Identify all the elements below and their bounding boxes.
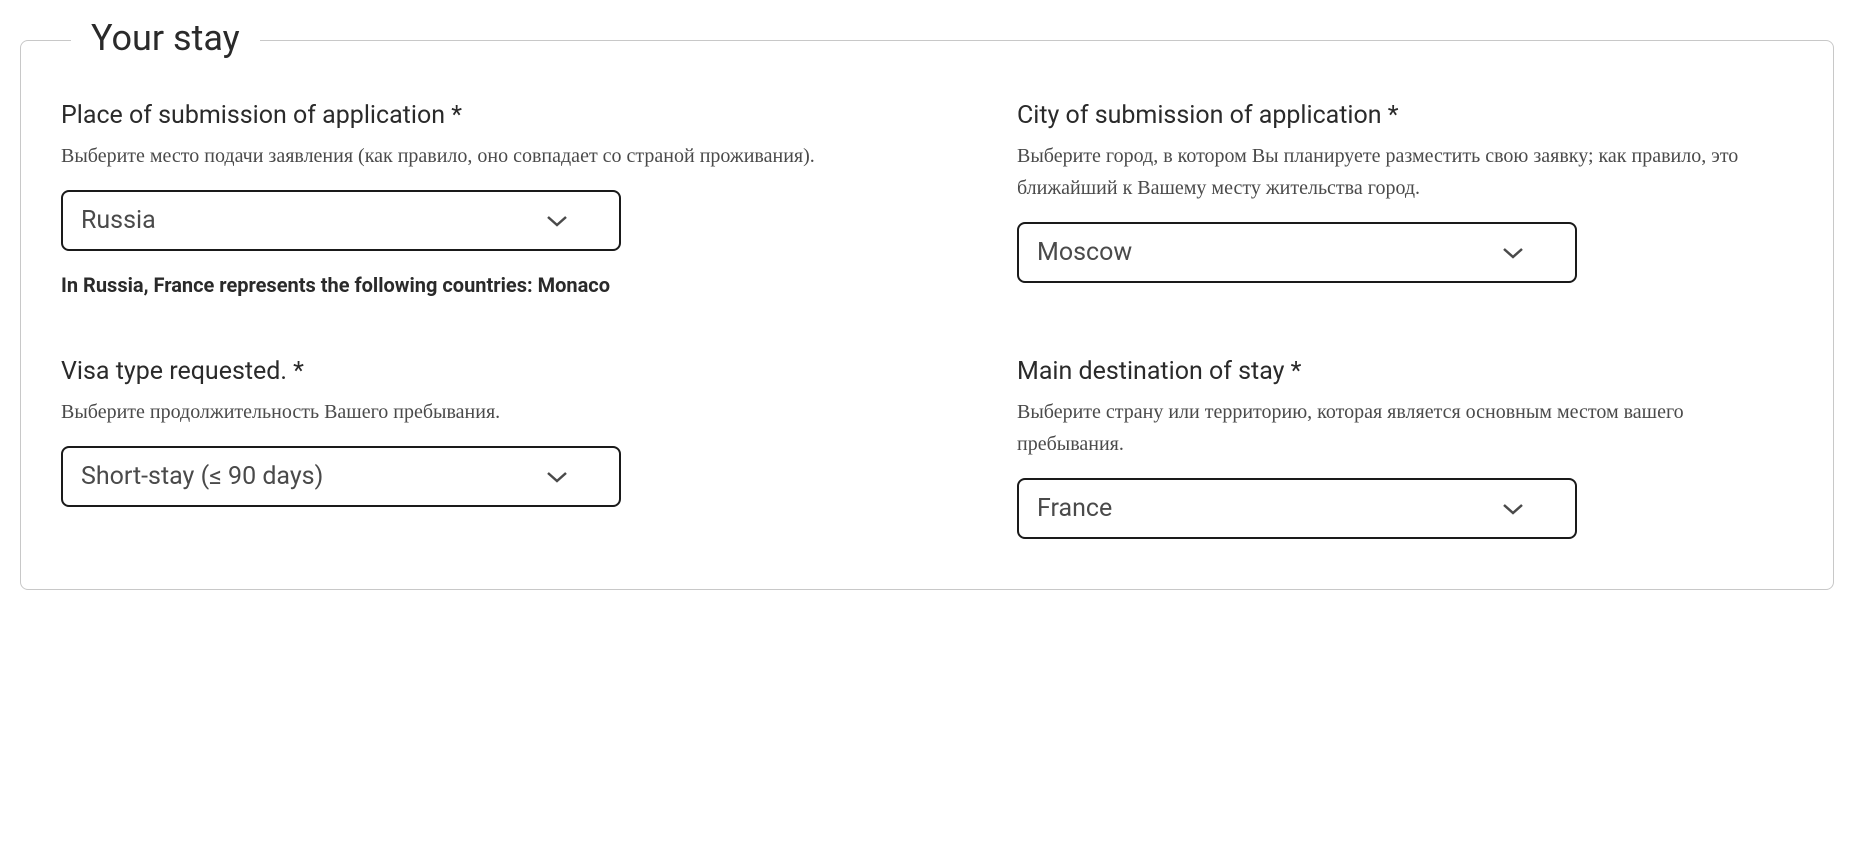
place-select-wrapper: Russia: [61, 190, 621, 251]
visa-type-select-wrapper: Short-stay (≤ 90 days): [61, 446, 621, 507]
visa-type-select-value: Short-stay (≤ 90 days): [81, 462, 545, 491]
city-select[interactable]: Moscow: [1017, 222, 1577, 283]
visa-type-select[interactable]: Short-stay (≤ 90 days): [61, 446, 621, 507]
visa-type-label: Visa type requested. *: [61, 357, 837, 386]
your-stay-fieldset: Your stay Place of submission of applica…: [20, 40, 1834, 590]
city-select-wrapper: Moscow: [1017, 222, 1577, 283]
visa-type-helper: Выберите продолжительность Вашего пребыв…: [61, 396, 837, 428]
place-of-submission-field: Place of submission of application * Выб…: [61, 101, 837, 297]
destination-helper: Выберите страну или территорию, которая …: [1017, 396, 1793, 460]
visa-type-field: Visa type requested. * Выберите продолжи…: [61, 357, 837, 539]
chevron-down-icon: [545, 465, 569, 489]
destination-label: Main destination of stay *: [1017, 357, 1793, 386]
form-grid: Place of submission of application * Выб…: [61, 101, 1793, 539]
city-select-value: Moscow: [1037, 238, 1501, 267]
place-label: Place of submission of application *: [61, 101, 837, 130]
destination-select[interactable]: France: [1017, 478, 1577, 539]
fieldset-legend: Your stay: [71, 17, 260, 59]
city-of-submission-field: City of submission of application * Выбе…: [1017, 101, 1793, 297]
place-note: In Russia, France represents the followi…: [61, 273, 837, 297]
city-label: City of submission of application *: [1017, 101, 1793, 130]
place-helper: Выберите место подачи заявления (как пра…: [61, 140, 837, 172]
chevron-down-icon: [1501, 241, 1525, 265]
main-destination-field: Main destination of stay * Выберите стра…: [1017, 357, 1793, 539]
chevron-down-icon: [545, 209, 569, 233]
chevron-down-icon: [1501, 497, 1525, 521]
destination-select-value: France: [1037, 494, 1501, 523]
city-helper: Выберите город, в котором Вы планируете …: [1017, 140, 1793, 204]
place-select[interactable]: Russia: [61, 190, 621, 251]
place-select-value: Russia: [81, 206, 545, 235]
destination-select-wrapper: France: [1017, 478, 1577, 539]
